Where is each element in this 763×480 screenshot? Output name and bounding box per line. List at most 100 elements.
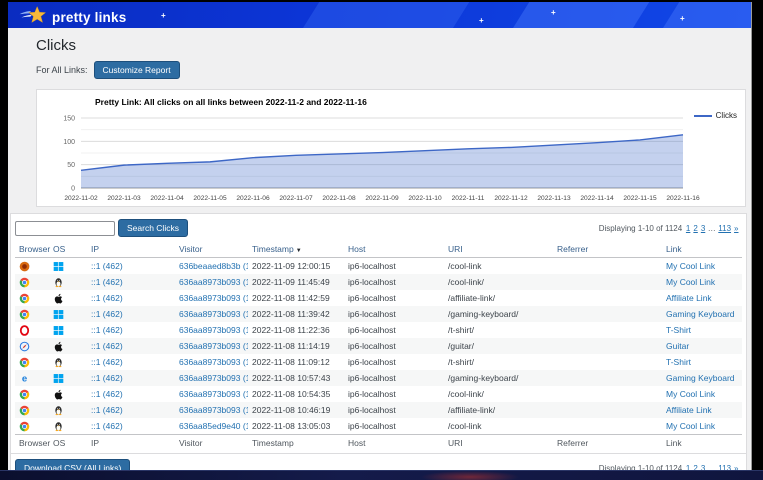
pretty-link-link[interactable]: My Cool Link — [666, 421, 715, 431]
table-row: ::1 (462) 636aa8973b093 (1)2022-11-08 11:… — [15, 322, 742, 338]
visitor-link[interactable]: 636aa8973b093 (1) — [179, 309, 248, 319]
visitor-link[interactable]: 636aa8973b093 (1) — [179, 357, 248, 367]
link-cell: My Cool Link — [662, 386, 742, 402]
pretty-links-logo[interactable]: pretty links — [18, 5, 126, 28]
clicks-chart-panel: Pretty Link: All clicks on all links bet… — [36, 89, 746, 207]
ip-link[interactable]: ::1 (462) — [91, 341, 123, 351]
visitor-link[interactable]: 636aa8973b093 (1) — [179, 325, 248, 335]
col-ip-footer: IP — [87, 435, 175, 452]
ip-link[interactable]: ::1 (462) — [91, 357, 123, 367]
visitor-link[interactable]: 636aa8973b093 (1) — [179, 277, 248, 287]
col-link-footer: Link — [662, 435, 742, 452]
pretty-link-link[interactable]: My Cool Link — [666, 261, 715, 271]
page-link-2[interactable]: 2 — [693, 224, 697, 233]
svg-text:2022-11-14: 2022-11-14 — [580, 195, 614, 202]
host-cell: ip6-localhost — [344, 306, 444, 322]
col-host-footer: Host — [344, 435, 444, 452]
svg-text:2022-11-16: 2022-11-16 — [666, 195, 700, 202]
link-cell: T-Shirt — [662, 322, 742, 338]
col-link[interactable]: Link — [662, 241, 742, 258]
col-visitor[interactable]: Visitor — [175, 241, 248, 258]
customize-report-button[interactable]: Customize Report — [94, 61, 180, 79]
visitor-cell: 636aa8973b093 (1) — [175, 402, 248, 418]
pretty-link-link[interactable]: T-Shirt — [666, 325, 691, 335]
visitor-link[interactable]: 636aa85ed9e40 (1) — [179, 421, 248, 431]
browser-cell: e — [15, 370, 49, 386]
logo-text: pretty links — [52, 10, 126, 25]
ip-cell: ::1 (462) — [87, 418, 175, 435]
svg-text:2022-11-03: 2022-11-03 — [107, 195, 141, 202]
col-os[interactable]: OS — [49, 241, 87, 258]
svg-text:2022-11-09: 2022-11-09 — [365, 195, 399, 202]
page-link-1[interactable]: 1 — [686, 224, 690, 233]
pretty-links-star-icon — [18, 5, 48, 28]
pretty-link-link[interactable]: Guitar — [666, 341, 689, 351]
screen: + + + + pretty links Clicks For All Link… — [0, 0, 763, 480]
ip-link[interactable]: ::1 (462) — [91, 373, 123, 383]
ip-link[interactable]: ::1 (462) — [91, 277, 123, 287]
pretty-link-link[interactable]: My Cool Link — [666, 389, 715, 399]
pretty-link-link[interactable]: Gaming Keyboard — [666, 309, 735, 319]
visitor-link[interactable]: 636aa8973b093 (1) — [179, 293, 248, 303]
pagination-ellipsis: … — [708, 224, 716, 233]
visitor-link[interactable]: 636aa8973b093 (1) — [179, 405, 248, 415]
os-cell — [49, 274, 87, 290]
ip-link[interactable]: ::1 (462) — [91, 293, 123, 303]
ip-link[interactable]: ::1 (462) — [91, 389, 123, 399]
chrome-browser-icon — [19, 357, 45, 368]
os-cell — [49, 290, 87, 306]
visitor-cell: 636aa8973b093 (1) — [175, 338, 248, 354]
link-cell: My Cool Link — [662, 274, 742, 290]
firefox-browser-icon — [19, 261, 45, 272]
visitor-link[interactable]: 636beaaed8b3b (1) — [179, 261, 248, 271]
pretty-link-link[interactable]: T-Shirt — [666, 357, 691, 367]
uri-cell: /guitar/ — [444, 338, 553, 354]
page-link-last[interactable]: 113 — [718, 224, 731, 233]
visitor-link[interactable]: 636aa8973b093 (1) — [179, 373, 248, 383]
browser-cell — [15, 258, 49, 275]
clicks-table: Browser OS IP Visitor Timestamp▼ Host UR… — [15, 241, 742, 451]
os-cell — [49, 418, 87, 435]
sort-desc-icon: ▼ — [296, 248, 302, 254]
col-browser[interactable]: Browser — [15, 241, 49, 258]
visitor-cell: 636aa8973b093 (1) — [175, 370, 248, 386]
windows-os-icon — [53, 309, 83, 320]
header-band — [289, 2, 476, 28]
search-input[interactable] — [15, 221, 115, 236]
visitor-cell: 636aa85ed9e40 (1) — [175, 418, 248, 435]
download-csv-button[interactable]: Download CSV (All Links) — [15, 459, 130, 470]
col-ip[interactable]: IP — [87, 241, 175, 258]
ip-link[interactable]: ::1 (462) — [91, 421, 123, 431]
ip-link[interactable]: ::1 (462) — [91, 309, 123, 319]
col-host[interactable]: Host — [344, 241, 444, 258]
visitor-link[interactable]: 636aa8973b093 (1) — [179, 389, 248, 399]
host-cell: ip6-localhost — [344, 418, 444, 435]
table-row: ::1 (462)636aa8973b093 (1)2022-11-08 10:… — [15, 386, 742, 402]
col-referrer[interactable]: Referrer — [553, 241, 662, 258]
search-clicks-button[interactable]: Search Clicks — [118, 219, 188, 237]
link-cell: My Cool Link — [662, 258, 742, 275]
col-timestamp[interactable]: Timestamp▼ — [248, 241, 344, 258]
table-row: ::1 (462)636aa8973b093 (1)2022-11-08 11:… — [15, 290, 742, 306]
list-toolbar: Search Clicks Displaying 1-10 of 1124 12… — [11, 214, 746, 241]
timestamp-cell: 2022-11-08 11:22:36 — [248, 322, 344, 338]
pretty-link-link[interactable]: Gaming Keyboard — [666, 373, 735, 383]
chart-legend: Clicks — [694, 111, 737, 120]
page-link-next[interactable]: » — [734, 224, 738, 233]
pretty-link-link[interactable]: Affiliate Link — [666, 293, 712, 303]
page-link-3[interactable]: 3 — [701, 224, 705, 233]
ip-cell: ::1 (462) — [87, 306, 175, 322]
svg-text:2022-11-04: 2022-11-04 — [150, 195, 184, 202]
referrer-cell — [553, 290, 662, 306]
col-uri[interactable]: URI — [444, 241, 553, 258]
ip-link[interactable]: ::1 (462) — [91, 405, 123, 415]
os-cell — [49, 338, 87, 354]
pretty-link-link[interactable]: My Cool Link — [666, 277, 715, 287]
pretty-link-link[interactable]: Affiliate Link — [666, 405, 712, 415]
os-cell — [49, 306, 87, 322]
timestamp-cell: 2022-11-08 10:57:43 — [248, 370, 344, 386]
ip-link[interactable]: ::1 (462) — [91, 325, 123, 335]
browser-cell — [15, 402, 49, 418]
visitor-link[interactable]: 636aa8973b093 (1) — [179, 341, 248, 351]
ip-link[interactable]: ::1 (462) — [91, 261, 123, 271]
